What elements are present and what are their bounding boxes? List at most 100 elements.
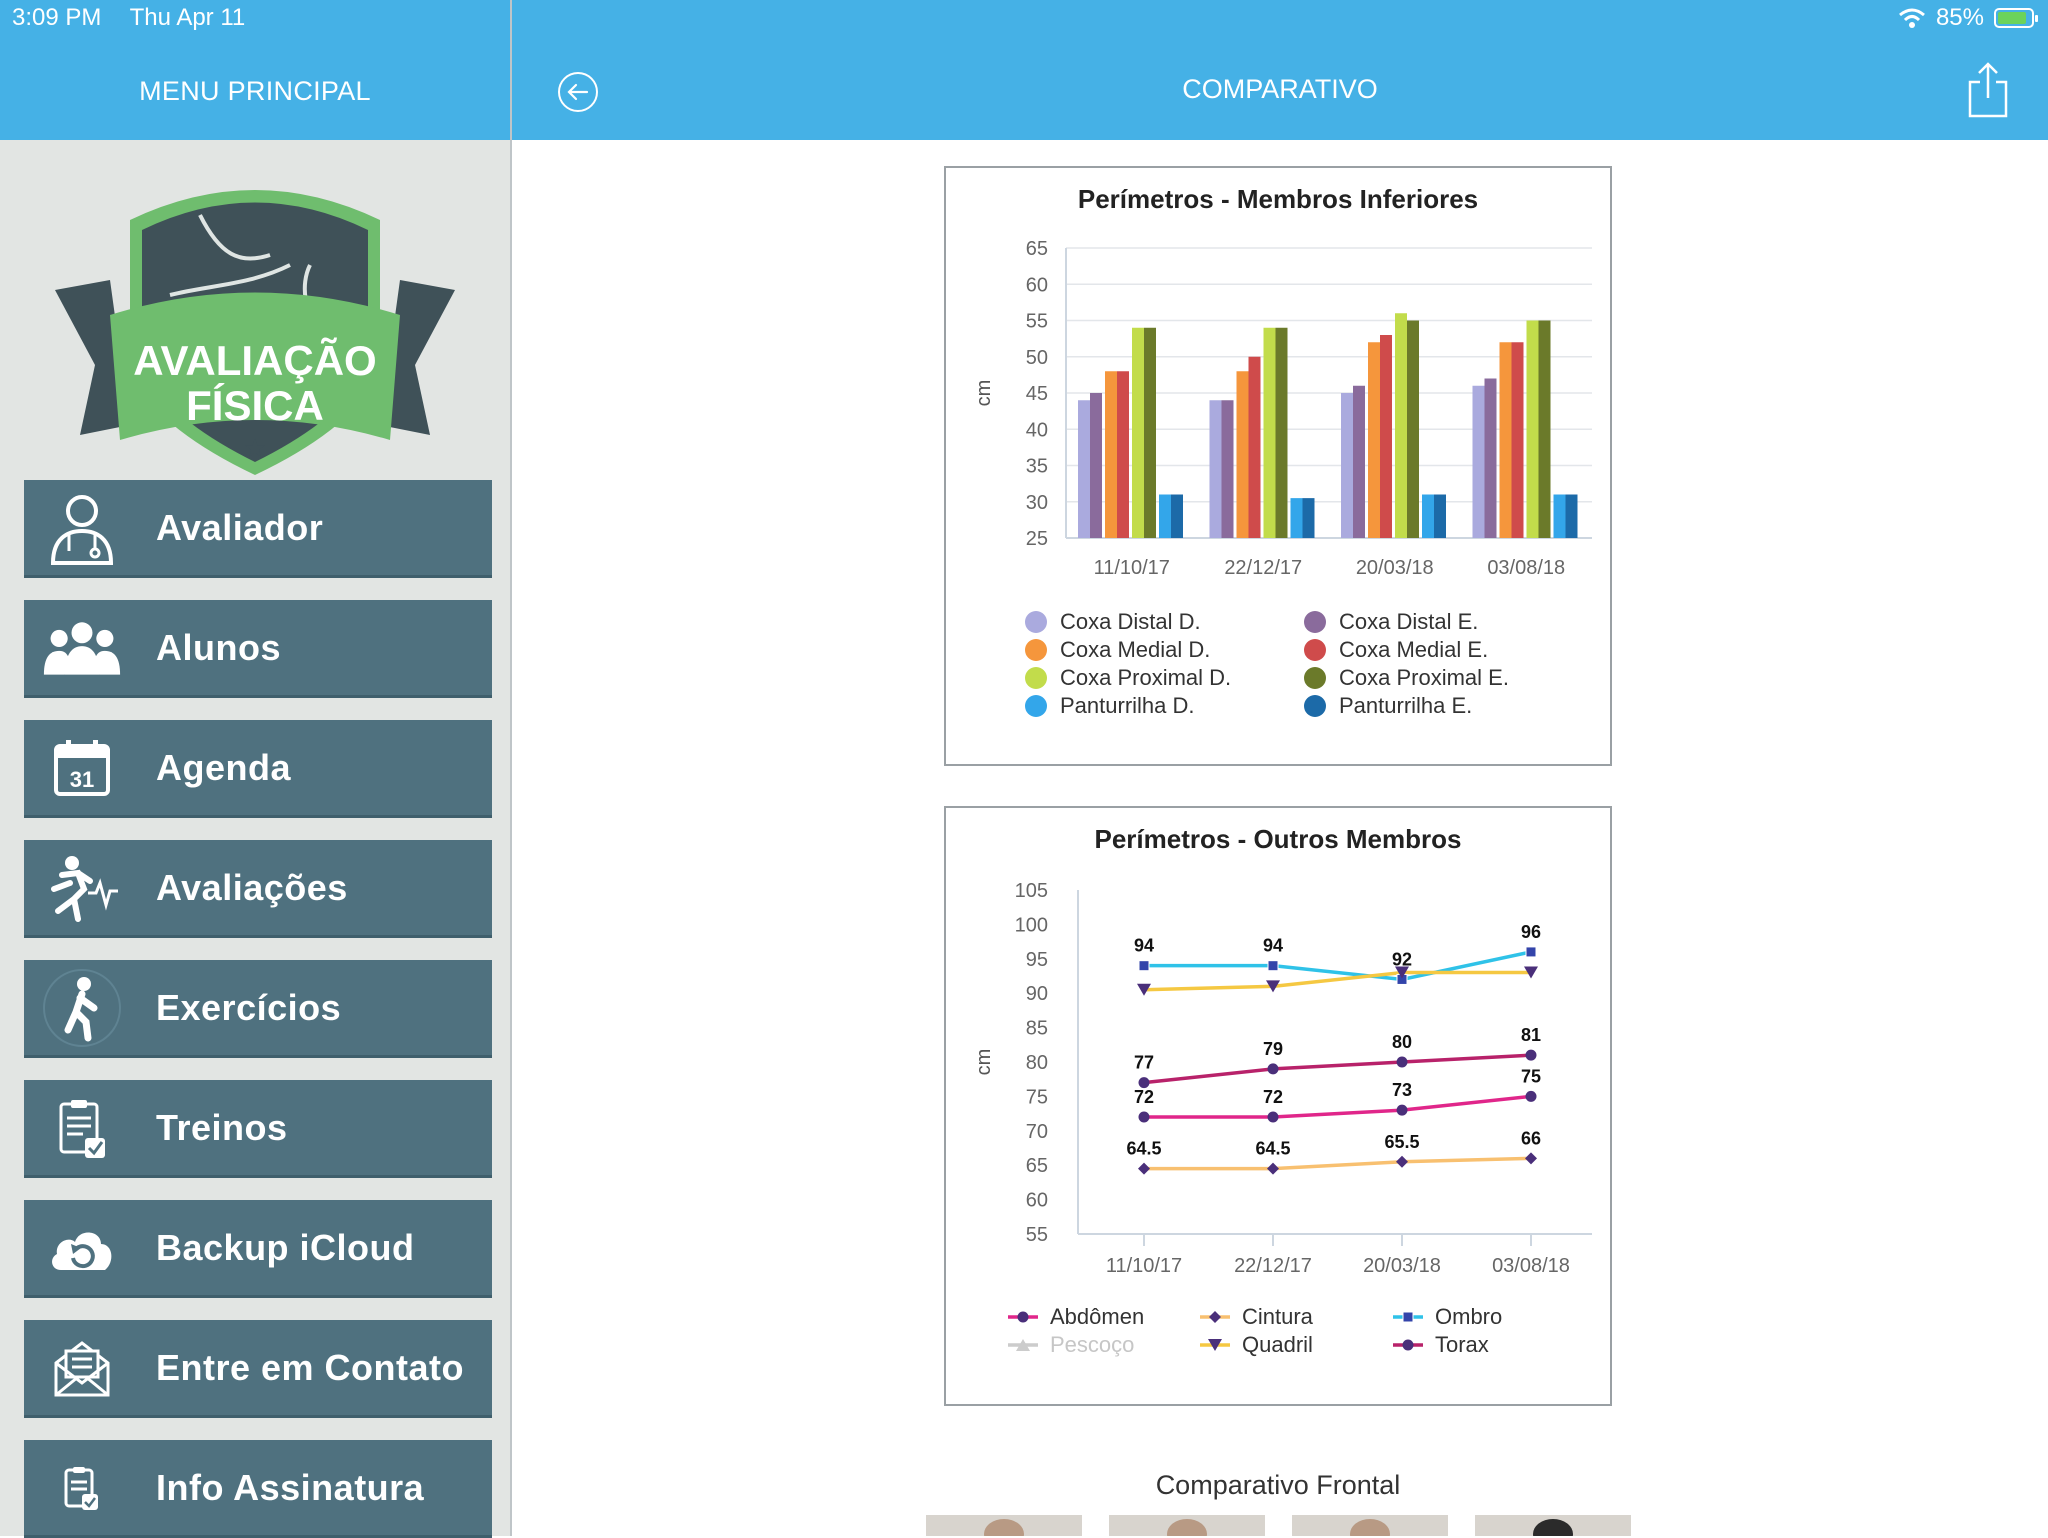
legend-marker (1025, 611, 1047, 633)
bar (1407, 320, 1419, 538)
series-line (1144, 950, 1532, 982)
menu-label: Alunos (156, 626, 281, 668)
data-label: 92 (1392, 949, 1412, 969)
bar (1472, 385, 1485, 538)
y-tick-label: 55 (1026, 1224, 1048, 1246)
cloud-sync-icon (42, 1208, 122, 1288)
y-tick-label: 65 (1026, 238, 1048, 260)
y-tick-label: 60 (1026, 274, 1048, 296)
bar (1434, 494, 1446, 538)
menu-item-avaliador[interactable]: Avaliador (24, 480, 492, 578)
legend-marker (1304, 611, 1326, 633)
menu-item-backup-icloud[interactable]: Backup iCloud (24, 1200, 492, 1298)
menu-item-alunos[interactable]: Alunos (24, 600, 492, 698)
data-label: 72 (1263, 1087, 1283, 1107)
data-label: 75 (1521, 1066, 1541, 1086)
data-label: 80 (1392, 1032, 1412, 1052)
menu-item-info-assinatura[interactable]: Info Assinatura (24, 1440, 492, 1538)
bar (1553, 494, 1566, 538)
bar (1368, 342, 1380, 538)
frontal-photo-1[interactable] (926, 1515, 1082, 1536)
frontal-photo-4[interactable] (1475, 1515, 1631, 1536)
data-point (1267, 1111, 1279, 1123)
bar (1380, 335, 1392, 538)
chart-title: Perímetros - Membros Inferiores (1078, 184, 1478, 214)
data-point (1525, 1152, 1537, 1165)
y-tick-label: 30 (1026, 492, 1048, 514)
data-label: 79 (1263, 1039, 1283, 1059)
y-tick-label: 80 (1026, 1052, 1048, 1074)
menu-item-agenda[interactable]: 31 Agenda (24, 720, 492, 818)
status-clock: 3:09 PM Thu Apr 11 (12, 4, 267, 32)
series-line (1144, 1094, 1532, 1119)
back-button[interactable] (558, 72, 598, 112)
legend-label: Coxa Distal D. (1060, 609, 1201, 634)
y-tick-label: 35 (1026, 456, 1048, 478)
legend-label: Coxa Proximal E. (1339, 665, 1509, 690)
x-tick-label: 20/03/18 (1356, 557, 1434, 579)
series-line (1144, 1156, 1532, 1171)
y-tick-label: 100 (1015, 914, 1048, 936)
bar (1159, 494, 1171, 538)
y-tick-label: 25 (1026, 528, 1048, 550)
chart-title: Perímetros - Outros Membros (1095, 824, 1462, 854)
bar (1511, 342, 1524, 538)
x-tick-label: 03/08/18 (1487, 557, 1565, 579)
y-tick-label: 50 (1026, 347, 1048, 369)
sidebar-title: MENU PRINCIPAL (139, 76, 371, 106)
logo-text-2: FÍSICA (186, 382, 324, 429)
sidebar: MENU PRINCIPAL AVALIAÇÃO FÍSICA ★ Avalia… (0, 0, 510, 1538)
x-tick-label: 03/08/18 (1492, 1255, 1570, 1277)
bar (1302, 498, 1315, 538)
data-point (1138, 1111, 1150, 1123)
menu-label: Treinos (156, 1106, 288, 1148)
share-button[interactable] (1966, 60, 2010, 120)
menu-item-avaliacoes[interactable]: Avaliações (24, 840, 492, 938)
y-tick-label: 90 (1026, 983, 1048, 1005)
data-label: 77 (1134, 1053, 1154, 1073)
frontal-photo-3[interactable] (1292, 1515, 1448, 1536)
bar (1248, 356, 1261, 538)
legend-label: Cintura (1242, 1304, 1314, 1329)
menu-item-exercicios[interactable]: Exercícios (24, 960, 492, 1058)
series-line (1143, 970, 1531, 992)
bar (1275, 327, 1288, 538)
legend-label: Pescoço (1050, 1332, 1134, 1357)
data-point (1525, 1090, 1537, 1102)
y-axis-label: cm (973, 380, 995, 407)
bar (1353, 385, 1365, 538)
status-date: Thu Apr 11 (129, 4, 246, 31)
bar-chart: Perímetros - Membros Inferiores cm 65 60 55 5… (973, 184, 1592, 718)
bar (1341, 393, 1353, 538)
svg-text:31: 31 (70, 767, 94, 792)
clipboard-check-icon (42, 1088, 122, 1168)
x-tick-label: 22/12/17 (1224, 557, 1302, 579)
bar (1090, 393, 1102, 538)
wifi-icon (1898, 8, 1925, 28)
data-point (1525, 1049, 1537, 1061)
bar (1105, 371, 1117, 538)
bar (1117, 371, 1129, 538)
menu-item-entre-em-contato[interactable]: Entre em Contato (24, 1320, 492, 1418)
frontal-photo-2[interactable] (1109, 1515, 1265, 1536)
legend-marker (1402, 1311, 1414, 1323)
main-header (512, 0, 2048, 140)
legend-marker (1209, 1311, 1221, 1323)
data-point (1396, 1104, 1408, 1116)
menu-item-treinos[interactable]: Treinos (24, 1080, 492, 1178)
bar (1144, 327, 1156, 538)
data-point (1525, 946, 1537, 958)
bar (1395, 313, 1407, 538)
data-label: 96 (1521, 922, 1541, 942)
legend-marker (1025, 639, 1047, 661)
battery-icon (1994, 8, 2038, 28)
x-tick-label: 11/10/17 (1094, 557, 1170, 579)
data-label: 94 (1263, 936, 1283, 956)
legend-label: Torax (1435, 1332, 1489, 1357)
runner-heartbeat-icon (42, 848, 122, 928)
legend-marker (1304, 639, 1326, 661)
menu-label: Entre em Contato (156, 1346, 465, 1388)
menu-label: Backup iCloud (156, 1226, 415, 1268)
legend-label: Quadril (1242, 1332, 1313, 1357)
bar (1132, 327, 1144, 538)
